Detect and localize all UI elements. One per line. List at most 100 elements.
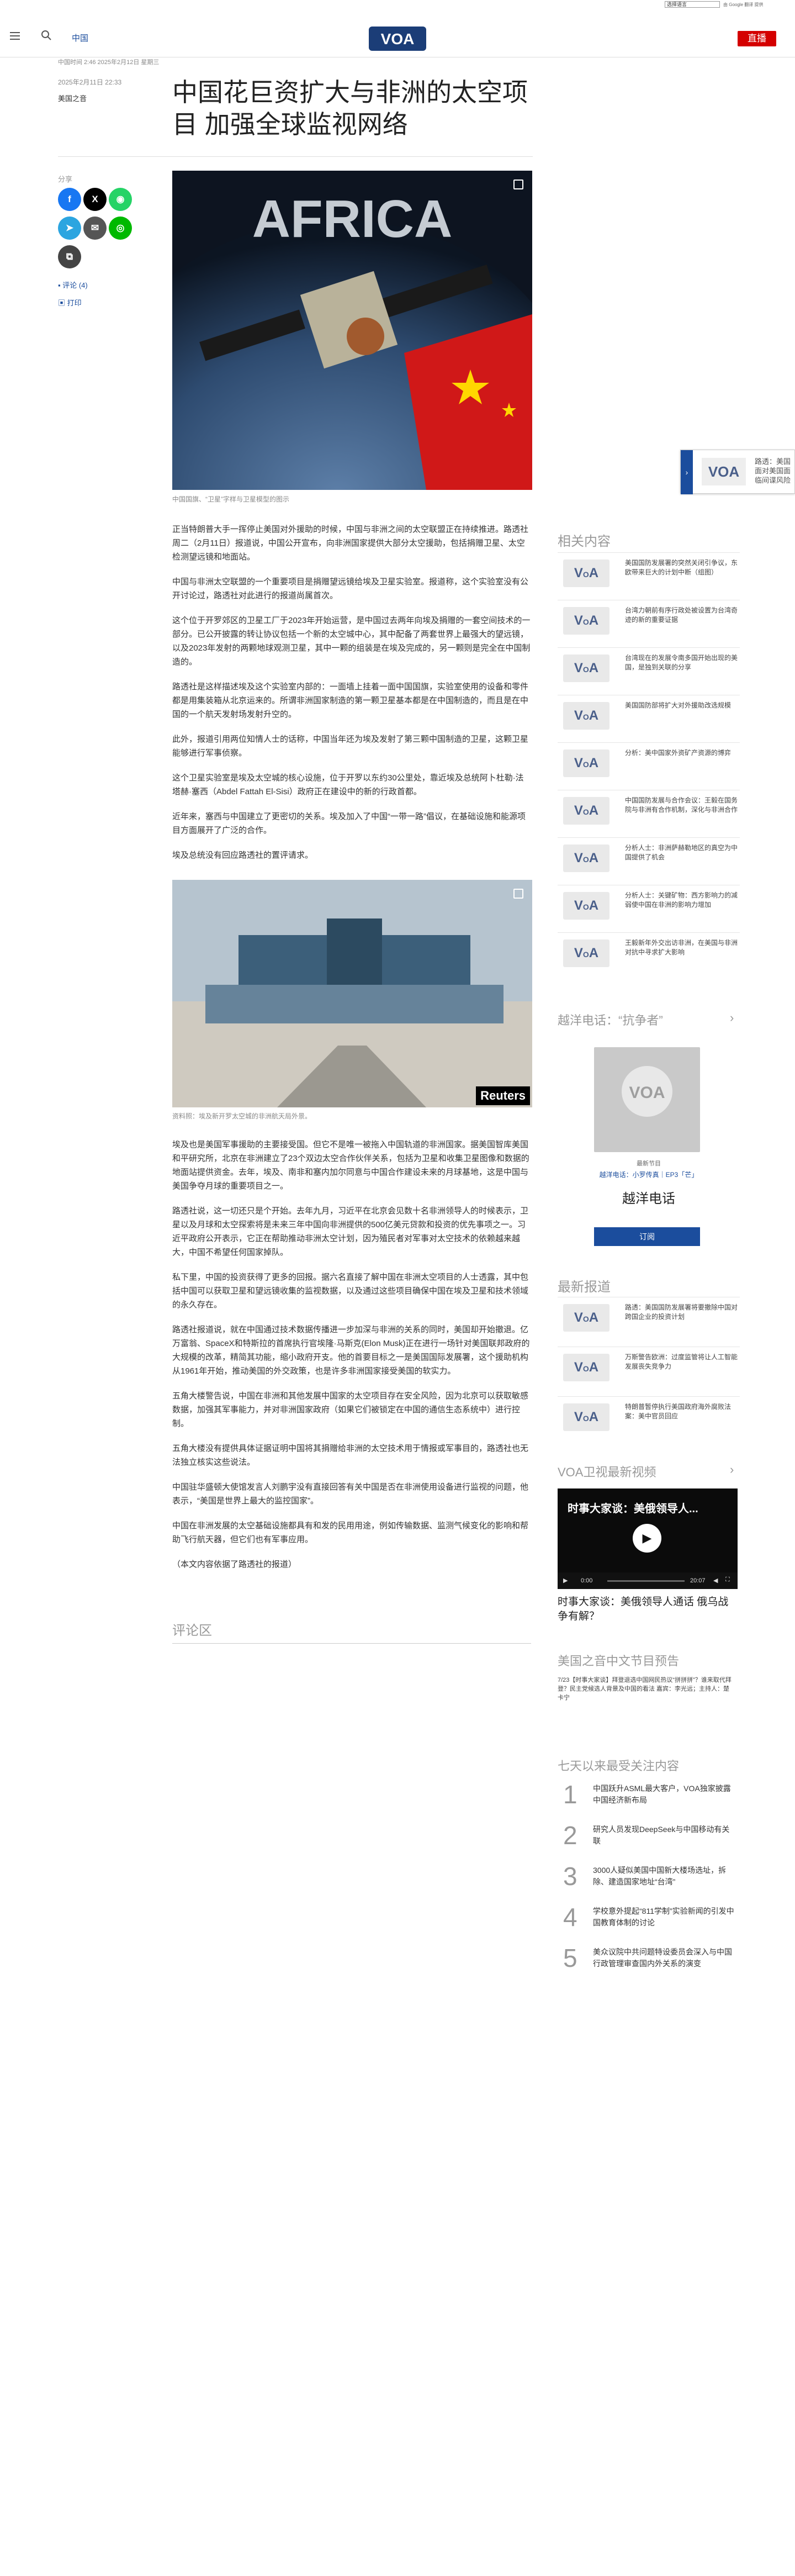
related-item-text: 美国国防发展署的突然关闭引争议，东欧带来巨大的计划中断（组图） [625, 559, 738, 576]
related-item[interactable]: VOA 美国国防部将扩大对外援助改选规模 [558, 695, 740, 737]
title-divider [58, 156, 533, 157]
related-item-text: 中国国防发展与合作会议：王毅在国务院与非洲有合作机制，深化与非洲合作 [625, 796, 738, 814]
article-title: 中国花巨资扩大与非洲的太空项目 加强全球监视网络 [172, 78, 528, 139]
related-item[interactable]: VOA 美国国防发展署的突然关闭引争议，东欧带来巨大的计划中断（组图） [558, 552, 740, 594]
live-button[interactable]: 直播 [738, 31, 776, 46]
x-icon[interactable]: X [83, 188, 107, 211]
whatsapp-icon[interactable]: ◉ [109, 188, 132, 211]
most-read-text: 美众议院中共问题特设委员会深入与中国行政管理审查国内外关系的演变 [593, 1947, 732, 1968]
podcast-heading[interactable]: 越洋电话：“抗争者” › [558, 1011, 734, 1028]
video-player[interactable]: 时事大家谈：美俄领导人... ▶ ▶ 0:00 20:07 ◀ ⛶ [558, 1488, 738, 1589]
print-link[interactable]: ▣ 打印 [58, 297, 82, 308]
thumbnail: VOA [563, 654, 610, 682]
thumbnail: VOA [563, 892, 610, 920]
thumbnail: VOA [563, 559, 610, 587]
comments-link[interactable]: ▪ 评论 (4) [58, 279, 88, 290]
paragraph: 近年来，塞西与中国建立了更密切的关系。埃及加入了中国“一带一路”倡议，在基础设施… [172, 812, 526, 835]
related-item[interactable]: VOA 台湾力朝前有序行政处被设置为台湾奇迹的新的重要证据 [558, 600, 740, 642]
latest-item[interactable]: VOA 路透：美国国防发展署将要撤除中国对跨国企业的投资计划 [558, 1297, 740, 1339]
rank-number: 1 [563, 1780, 577, 1809]
rank-number: 5 [563, 1944, 577, 1972]
reuters-watermark: Reuters [476, 1086, 530, 1105]
related-item[interactable]: VOA 中国国防发展与合作会议：王毅在国务院与非洲有合作机制，深化与非洲合作 [558, 790, 740, 832]
chevron-right-icon: › [730, 1463, 734, 1476]
thumbnail: VOA [563, 1354, 610, 1381]
video-duration: 20:07 [690, 1577, 706, 1584]
related-item[interactable]: VOA 王毅新年外交出访非洲，在美国与非洲对抗中寻求扩大影响 [558, 932, 740, 974]
rank-number: 3 [563, 1862, 577, 1891]
article-body-part1: 正当特朗普大手一挥停止美国对外援助的时候，中国与非洲之间的太空联盟正在持续推进。… [172, 522, 531, 873]
related-item-text: 台湾现在的发展令南多国开始出现的美国，是独到关联的分享 [625, 654, 738, 671]
comments-heading: 评论区 [172, 1619, 531, 1644]
latest-item[interactable]: VOA 万斯警告欧洲：过度监管将让人工智能发展丧失竞争力 [558, 1347, 740, 1389]
paragraph: 五角大楼没有提供具体证据证明中国将其捐赠给非洲的太空技术用于情报或军事目的，路透… [172, 1444, 529, 1467]
floating-story-card[interactable]: › VOA 路透：美国面对美国面临间谍风险 [680, 450, 795, 494]
voa-podcast-logo-icon: VOA [622, 1066, 672, 1117]
subscribe-button[interactable]: 订阅 [594, 1227, 700, 1246]
related-item-text: 台湾力朝前有序行政处被设置为台湾奇迹的新的重要证据 [625, 606, 738, 624]
latest-item[interactable]: VOA 特朗普暂停执行美国政府海外腐败法案：美中官员回应 [558, 1396, 740, 1438]
paragraph: 埃及总统没有回应路透社的置评请求。 [172, 851, 314, 860]
most-read-heading: 七天以来最受关注内容 [558, 1759, 680, 1773]
podcast-name: 越洋电话 [622, 1191, 675, 1206]
paragraph: 中国与非洲太空联盟的一个重要项目是捐赠望远镜给埃及卫星实验室。报道称，这个实验室… [172, 577, 529, 600]
article-second-image: Reuters [172, 880, 532, 1107]
thumbnail: VOA [563, 1403, 610, 1431]
publish-date: 2025年2月11日 22:33 [58, 78, 122, 86]
paragraph: 中国在非洲发展的太空基础设施都具有和发的民用用途，例如传输数据、监测气候变化的影… [172, 1521, 529, 1544]
video-heading[interactable]: VOA卫视最新视频 › [558, 1463, 734, 1480]
comment-icon: ▪ [58, 281, 63, 289]
video-caption[interactable]: 时事大家谈：美俄领导人通话 俄乌战争有解？ [558, 1595, 734, 1624]
share-label: 分享 [58, 175, 73, 183]
thumbnail: VOA [563, 939, 610, 967]
current-datetime: 中国时间 2:46 2025年2月12日 星期三 [58, 59, 160, 66]
site-header: 中国 VOA 直播 [0, 8, 795, 57]
copy-link-icon[interactable]: ⧉ [58, 245, 81, 268]
thumbnail: VOA [563, 797, 610, 825]
fullscreen-icon[interactable] [513, 180, 523, 189]
paragraph: 这个卫星实验室是埃及太空城的核心设施，位于开罗以东约30公里处，靠近埃及总统阿卜… [172, 773, 524, 796]
video-controls: ▶ 0:00 20:07 ◀ ⛶ [558, 1572, 738, 1589]
search-icon[interactable] [41, 30, 52, 41]
play-button[interactable]: ▶ [633, 1524, 661, 1553]
related-item[interactable]: VOA 分析：美中国家外资矿产资源的博弈 [558, 742, 740, 784]
latest-item-text: 特朗普暂停执行美国政府海外腐败法案：美中官员回应 [625, 1403, 732, 1420]
thumbnail: VOA [563, 702, 610, 730]
podcast-cover[interactable]: VOA [594, 1047, 700, 1152]
related-item[interactable]: VOA 台湾现在的发展令南多国开始出现的美国，是独到关联的分享 [558, 647, 740, 689]
fullscreen-icon[interactable] [513, 889, 523, 899]
play-icon[interactable]: ▶ [563, 1577, 568, 1584]
volume-icon[interactable]: ◀ [713, 1577, 718, 1584]
email-icon[interactable]: ✉ [83, 217, 107, 240]
paragraph: 路透社报道说，就在中国通过技术数据传播进一步加深与非洲的关系的同时，美国却开始撤… [172, 1325, 530, 1376]
podcast-episode[interactable]: 越洋电话：小罗传真｜EP3「芒」 [558, 1170, 740, 1179]
line-icon[interactable]: ◎ [109, 217, 132, 240]
section-link-china[interactable]: 中国 [72, 32, 88, 44]
thumbnail: VOA [563, 749, 610, 777]
expand-icon[interactable]: › [681, 450, 693, 494]
fullscreen-icon[interactable]: ⛶ [725, 1576, 730, 1583]
telegram-icon[interactable]: ➤ [58, 217, 81, 240]
most-read-text: 研究人员发现DeepSeek与中国移动有关联 [593, 1825, 730, 1845]
menu-icon[interactable] [10, 32, 20, 40]
video-current-time: 0:00 [581, 1577, 593, 1584]
facebook-icon[interactable]: f [58, 188, 81, 211]
thumbnail: VOA [563, 607, 610, 635]
chevron-right-icon: › [730, 1011, 734, 1025]
paragraph: 此外，报道引用两位知情人士的话称，中国当年还为埃及发射了第三颗中国制造的卫星，这… [172, 735, 529, 758]
most-read-text: 3000人疑似美国中国新大楼场选址，拆除、建造国家地址“台湾” [593, 1866, 727, 1886]
article-main-image: AFRICA [172, 171, 532, 490]
author[interactable]: 美国之音 [58, 93, 87, 103]
related-item-text: 美国国防部将扩大对外援助改选规模 [625, 701, 732, 709]
schedule-text[interactable]: 7/23【时事大家谈】拜登退选中国网民热议“拼拼拼”？谁来取代拜登？民主党候选人… [558, 1676, 734, 1702]
language-select[interactable]: 选择语言 [665, 1, 720, 8]
print-icon: ▣ [58, 299, 67, 307]
related-item-text: 分析：美中国家外资矿产资源的博弈 [625, 749, 732, 757]
paragraph: 这个位于开罗郊区的卫星工厂于2023年开始运营，是中国过去两年向埃及捐赠的一套空… [172, 616, 531, 667]
related-item[interactable]: VOA 分析人士：关键矿物：西方影响力的减弱使中国在非洲的影响力增加 [558, 885, 740, 927]
voa-logo[interactable]: VOA [369, 27, 426, 51]
related-item[interactable]: VOA 分析人士：非洲萨赫勒地区的真空为中国提供了机会 [558, 837, 740, 879]
podcast-label: 最新节目 [637, 1160, 661, 1167]
paragraph: 中国驻华盛顿大使馆发言人刘鹏宇没有直接回答有关中国是否在非洲使用设备进行监视的问… [172, 1482, 529, 1506]
progress-bar[interactable] [607, 1580, 685, 1582]
